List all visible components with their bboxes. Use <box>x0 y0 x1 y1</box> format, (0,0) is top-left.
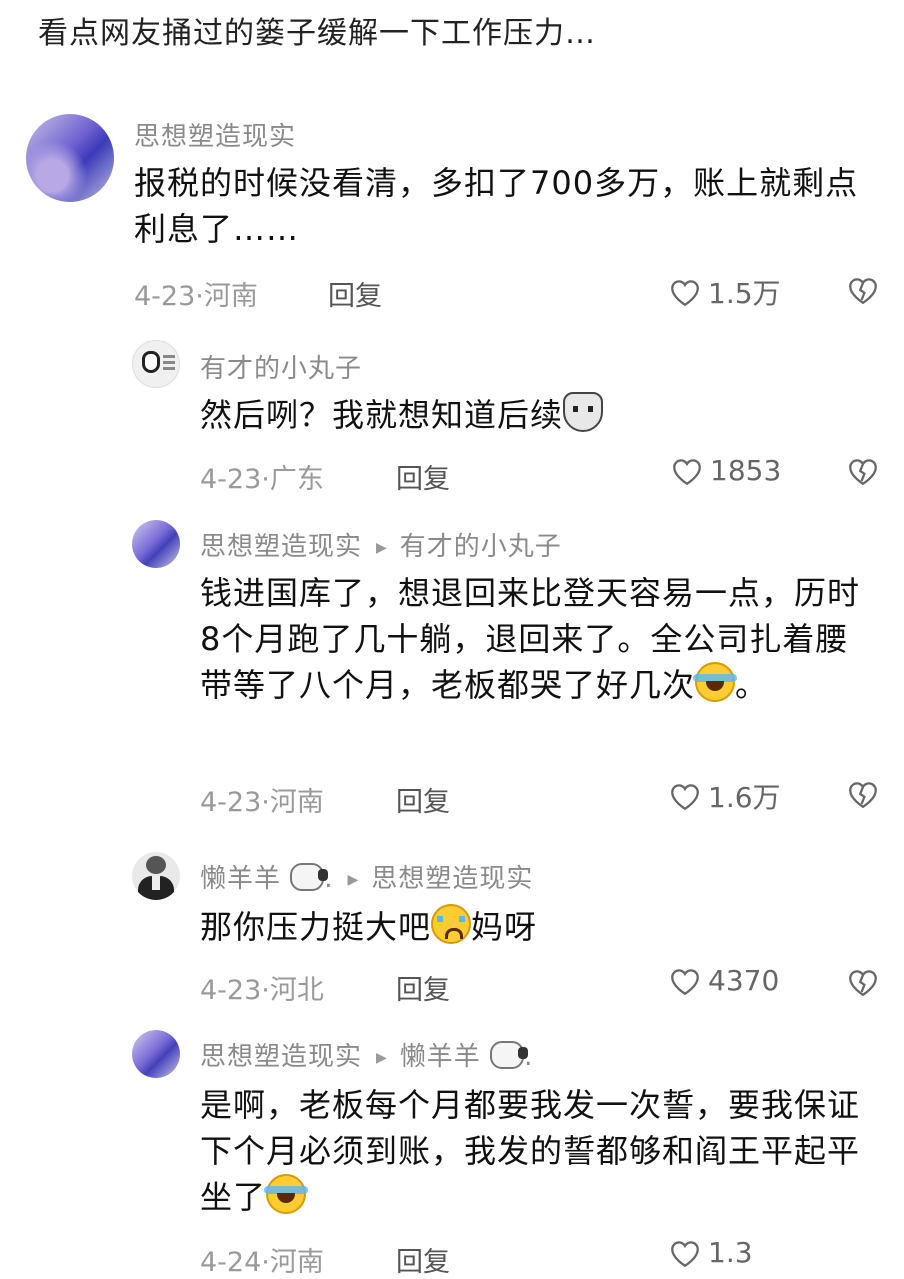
crying-emoji <box>431 904 472 944</box>
comment-meta: 4-23·广东 <box>200 457 324 496</box>
reply-button[interactable]: 回复 <box>396 780 450 819</box>
like-count: 1.5万 <box>708 277 781 310</box>
comment-date: 4-23 <box>200 975 262 1006</box>
comment-meta: 4-23·河南 <box>200 780 324 819</box>
dislike-button[interactable] <box>846 778 880 814</box>
like-button[interactable]: 1.5万 <box>668 272 781 312</box>
comment-location: 河南 <box>269 787 324 818</box>
reply-to-name[interactable]: 懒羊羊 <box>400 1042 481 1072</box>
like-count: 1.6万 <box>708 781 781 814</box>
reply-arrow-icon: ▶ <box>376 540 388 556</box>
comment-meta: 4-24·河南 <box>200 1240 324 1279</box>
like-count: 1.3 <box>708 1236 753 1269</box>
reply-button[interactable]: 回复 <box>328 274 382 313</box>
commenter-name[interactable]: 思想塑造现实 <box>200 1042 362 1072</box>
meta-separator: · <box>195 281 204 312</box>
comment-date: 4-23 <box>200 464 262 495</box>
like-count: 4370 <box>708 964 780 997</box>
meta-separator: · <box>261 975 270 1006</box>
commenter-name-line: 懒羊羊 . ▶ 思想塑造现实 <box>200 858 533 895</box>
comment-text-end: 妈呀 <box>471 908 538 946</box>
commenter-name[interactable]: 有才的小丸子 <box>200 348 362 385</box>
meta-separator: · <box>261 1247 270 1278</box>
comment-date: 4-24 <box>200 1247 262 1278</box>
heart-outline-icon <box>671 784 699 811</box>
like-button[interactable]: 1.3 <box>668 1236 753 1269</box>
comment-text-end: 。 <box>735 666 769 704</box>
avatar[interactable] <box>132 340 180 388</box>
heart-outline-icon <box>673 458 701 485</box>
comment-meta: 4-23·河南 <box>134 274 258 313</box>
sheep-emoji <box>490 1041 529 1069</box>
comment-date: 4-23 <box>134 281 196 312</box>
commenter-name[interactable]: 思想塑造现实 <box>134 116 296 153</box>
comment-text-block: 是啊，老板每个月都要我发一次誓，要我保证下个月必须到账，我发的誓都够和阎王平起平… <box>200 1082 860 1220</box>
heart-outline-icon <box>671 280 699 307</box>
broken-heart-icon <box>849 782 877 809</box>
reply-button[interactable]: 回复 <box>396 457 450 496</box>
comment-meta: 4-23·河北 <box>200 968 324 1007</box>
broken-heart-icon <box>849 278 877 305</box>
heart-outline-icon <box>671 968 699 995</box>
dislike-button[interactable] <box>846 455 880 491</box>
avatar[interactable] <box>132 852 180 900</box>
avatar[interactable] <box>132 520 180 568</box>
comment-text-line: 然后咧？我就想知道后续 <box>200 392 860 438</box>
reply-button[interactable]: 回复 <box>396 968 450 1007</box>
comment-text: 报税的时候没看清，多扣了700多万，账上就剩点利息了…… <box>134 164 859 248</box>
reply-arrow-icon: ▶ <box>347 872 360 888</box>
avatar[interactable] <box>26 114 114 202</box>
comment-text: 然后咧？我就想知道后续 <box>200 396 564 434</box>
broken-heart-icon <box>849 459 877 486</box>
commenter-name-line: 思想塑造现实 ▶ 有才的小丸子 <box>200 526 562 563</box>
comment-date: 4-23 <box>200 787 262 818</box>
avatar[interactable] <box>132 1030 180 1078</box>
like-button[interactable]: 1.6万 <box>668 776 781 816</box>
comment-location: 广东 <box>269 464 324 495</box>
laugh-cry-emoji <box>693 662 738 702</box>
reply-button[interactable]: 回复 <box>396 1240 450 1279</box>
reply-to-name[interactable]: 思想塑造现实 <box>371 864 533 894</box>
meta-separator: · <box>261 464 270 495</box>
sheep-emoji <box>290 863 329 891</box>
laugh-cry-emoji <box>264 1174 309 1214</box>
like-button[interactable]: 4370 <box>668 964 779 997</box>
reply-to-name[interactable]: 有才的小丸子 <box>400 532 562 562</box>
dislike-button[interactable] <box>846 966 880 1002</box>
commenter-name[interactable]: 懒羊羊 <box>200 864 281 894</box>
comment-text-line: 那你压力挺大吧 妈呀 <box>200 904 860 950</box>
comment-location: 河南 <box>269 1247 324 1278</box>
reply-arrow-icon: ▶ <box>376 1050 388 1066</box>
comment-text-block: 钱进国库了，想退回来比登天容易一点，历时8个月跑了几十躺，退回来了。全公司扎着腰… <box>200 570 860 708</box>
like-count: 1853 <box>710 454 782 487</box>
commenter-name-line: 思想塑造现实 ▶ 懒羊羊 . <box>200 1036 533 1073</box>
commenter-name[interactable]: 思想塑造现实 <box>200 532 362 562</box>
comment-text: 那你压力挺大吧 <box>200 908 432 946</box>
dislike-button[interactable] <box>846 274 880 310</box>
comment-location: 河北 <box>269 975 324 1006</box>
like-button[interactable]: 1853 <box>670 454 781 487</box>
broken-heart-icon <box>849 970 877 997</box>
husky-emoji <box>563 392 604 432</box>
heart-outline-icon <box>671 1240 699 1267</box>
comment-location: 河南 <box>203 281 258 312</box>
meta-separator: · <box>261 787 270 818</box>
post-title: 看点网友捅过的篓子缓解一下工作压力… <box>38 16 596 51</box>
